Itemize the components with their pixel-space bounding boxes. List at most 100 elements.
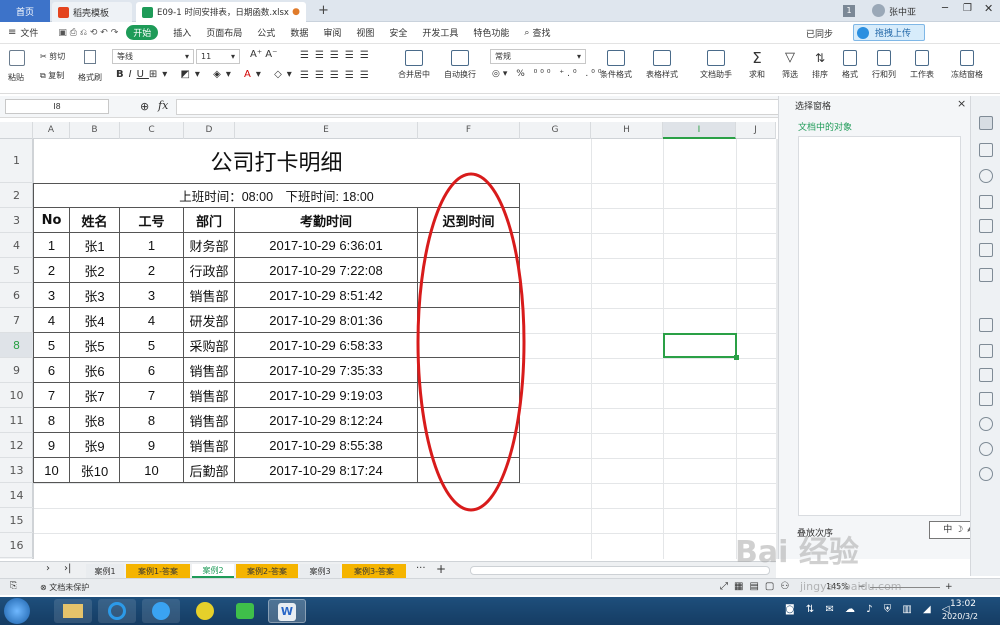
merge-center-button[interactable]: 合并居中	[394, 50, 434, 80]
col-header-f[interactable]: F	[418, 122, 520, 139]
formula-input[interactable]	[176, 99, 786, 115]
cell-emp-id[interactable]: 10	[120, 458, 184, 483]
row-header[interactable]: 10	[0, 383, 33, 408]
image-icon[interactable]	[979, 219, 993, 233]
tab-workbook[interactable]: E09-1 时间安排表，日期函数.xlsx ●	[136, 2, 306, 22]
sheet-tab[interactable]: 案例3-答案	[342, 564, 406, 578]
quick-access-icons[interactable]: ▣ ⎙ ⎌ ⟲ ↶ ↷	[58, 28, 118, 38]
video-app[interactable]	[226, 599, 264, 623]
menu-page-layout[interactable]: 页面布局	[206, 26, 242, 39]
row-header[interactable]: 11	[0, 408, 33, 433]
cell-dept[interactable]: 研发部	[184, 308, 235, 333]
row-header[interactable]: 14	[0, 483, 33, 508]
wrap-text-button[interactable]: 自动换行	[440, 50, 480, 80]
cell-dept[interactable]: 后勤部	[184, 458, 235, 483]
new-tab-button[interactable]: +	[318, 3, 329, 18]
cell-attendance-time[interactable]: 2017-10-29 8:01:36	[235, 308, 418, 333]
search-icon[interactable]: ⌕	[524, 28, 529, 38]
zoom-search-icon[interactable]: ⊕	[140, 100, 149, 113]
view-mode-icons[interactable]: ⤢▦▤▢⚇	[720, 581, 795, 592]
sheet-tab[interactable]: 案例1	[86, 564, 124, 578]
more-sheets-icon[interactable]: ···	[416, 563, 426, 574]
backup-icon[interactable]	[979, 368, 993, 382]
col-header-b[interactable]: B	[70, 122, 120, 139]
cell-attendance-time[interactable]: 2017-10-29 7:35:33	[235, 358, 418, 383]
share-icon[interactable]	[979, 344, 993, 358]
menu-special[interactable]: 特色功能	[473, 26, 509, 39]
browser-app[interactable]	[98, 599, 136, 623]
cell-dept[interactable]: 采购部	[184, 333, 235, 358]
cell-name[interactable]: 张7	[70, 383, 120, 408]
shape-icon[interactable]	[979, 169, 993, 183]
restore-icon[interactable]: ❐	[963, 3, 972, 14]
header-dept[interactable]: 部门	[184, 208, 235, 233]
cell-no[interactable]: 1	[33, 233, 70, 258]
sort-button[interactable]: ⇅ 排序	[805, 50, 835, 80]
menu-view[interactable]: 视图	[356, 26, 374, 39]
menu-review[interactable]: 审阅	[323, 26, 341, 39]
font-grow-shrink-icons[interactable]: A⁺ A⁻	[250, 49, 277, 60]
cell-dept[interactable]: 行政部	[184, 258, 235, 283]
font-style-buttons[interactable]: BIU⊞▾ ◩▾ ◈▾ A▾ ◇▾	[116, 69, 297, 80]
cell-dept[interactable]: 销售部	[184, 433, 235, 458]
row-header[interactable]: 13	[0, 458, 33, 483]
cell-attendance-time[interactable]: 2017-10-29 7:22:08	[235, 258, 418, 283]
select-all-corner[interactable]	[0, 122, 33, 139]
cell-name[interactable]: 张10	[70, 458, 120, 483]
format-painter-button[interactable]: 格式刷	[78, 72, 102, 83]
sheet-tab[interactable]: 案例1-答案	[126, 564, 190, 578]
cell-attendance-time[interactable]: 2017-10-29 8:12:24	[235, 408, 418, 433]
header-emp-id[interactable]: 工号	[120, 208, 184, 233]
cell-attendance-time[interactable]: 2017-10-29 8:17:24	[235, 458, 418, 483]
cell-no[interactable]: 9	[33, 433, 70, 458]
cell-name[interactable]: 张1	[70, 233, 120, 258]
sum-button[interactable]: Σ 求和	[740, 50, 774, 80]
col-header-g[interactable]: G	[520, 122, 591, 139]
row-header-selected[interactable]: 8	[0, 333, 33, 358]
cell-name[interactable]: 张9	[70, 433, 120, 458]
doc-protection-status[interactable]: ⊗ 文档未保护	[40, 582, 89, 593]
col-header-h[interactable]: H	[591, 122, 663, 139]
cell-attendance-time[interactable]: 2017-10-29 6:36:01	[235, 233, 418, 258]
tray-icons[interactable]: ◙ ⇅ ✉ ☁ ♪ ⛨ ▥ ◢ ◁	[785, 604, 954, 615]
cell-name[interactable]: 张4	[70, 308, 120, 333]
close-pane-icon[interactable]: ×	[957, 97, 966, 110]
cell-attendance-time[interactable]: 2017-10-29 6:58:33	[235, 333, 418, 358]
row-header[interactable]: 2	[0, 183, 33, 208]
row-header[interactable]: 16	[0, 533, 33, 558]
cell-emp-id[interactable]: 2	[120, 258, 184, 283]
freeze-panes-button[interactable]: 冻结窗格	[944, 50, 990, 80]
sheet-tab[interactable]: 案例3	[300, 564, 340, 578]
message-icon[interactable]	[979, 392, 993, 406]
name-box[interactable]: I8	[5, 99, 109, 114]
avatar[interactable]	[872, 4, 885, 17]
paste-button[interactable]: 粘贴	[8, 72, 24, 83]
paste-icon[interactable]	[9, 50, 25, 66]
spreadsheet-grid[interactable]: 公司打卡明细 上班时间：08:00 下班时间: 18:00 No 姓名 工号 部门 考勤…	[33, 139, 776, 559]
menu-start[interactable]: 开始	[126, 25, 159, 40]
fill-handle[interactable]	[734, 355, 739, 360]
row-header[interactable]: 15	[0, 508, 33, 533]
row-header[interactable]: 3	[0, 208, 33, 233]
properties-icon[interactable]	[979, 143, 993, 157]
cell-emp-id[interactable]: 8	[120, 408, 184, 433]
menu-formula[interactable]: 公式	[257, 26, 275, 39]
col-header-c[interactable]: C	[120, 122, 184, 139]
sheet-tab[interactable]: 案例2-答案	[236, 564, 298, 578]
minimize-icon[interactable]: ─	[942, 3, 948, 14]
font-name-select[interactable]: 等线 ▾	[112, 49, 194, 64]
tab-home[interactable]: 首页	[0, 0, 50, 22]
add-sheet-button[interactable]: +	[436, 562, 446, 576]
wps-app[interactable]: W	[268, 599, 306, 623]
cell-emp-id[interactable]: 4	[120, 308, 184, 333]
cell-emp-id[interactable]: 5	[120, 333, 184, 358]
cut-button[interactable]: ✂ 剪切	[40, 51, 65, 62]
prev-sheet-icon[interactable]: ›	[46, 563, 50, 574]
col-header-e[interactable]: E	[235, 122, 418, 139]
align-left-icons[interactable]: ☰☰☰☰☰	[300, 70, 375, 81]
cell-no[interactable]: 8	[33, 408, 70, 433]
row-header[interactable]: 7	[0, 308, 33, 333]
cell-emp-id[interactable]: 9	[120, 433, 184, 458]
cell-no[interactable]: 4	[33, 308, 70, 333]
menu-file[interactable]: 文件	[20, 26, 38, 39]
